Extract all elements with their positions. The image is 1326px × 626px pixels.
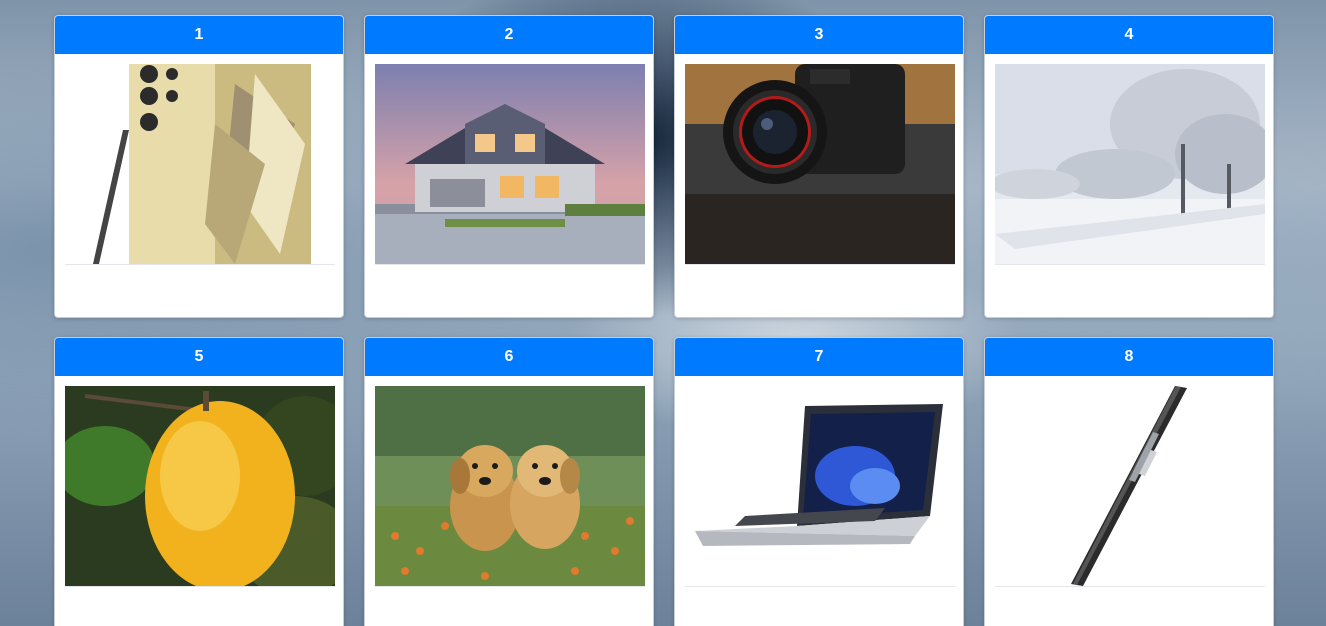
product-card-3[interactable]: 3	[674, 15, 964, 318]
camera-image[interactable]	[685, 64, 955, 265]
card-header: 6	[365, 338, 653, 376]
card-header: 4	[985, 16, 1273, 54]
card-header: 1	[55, 16, 343, 54]
pen-image[interactable]	[995, 386, 1265, 587]
card-header: 8	[985, 338, 1273, 376]
phone-image[interactable]	[65, 64, 335, 265]
card-header: 7	[675, 338, 963, 376]
product-card-8[interactable]: 8	[984, 337, 1274, 626]
puppies-image[interactable]	[375, 386, 645, 587]
winter-trees-image[interactable]	[995, 64, 1265, 265]
product-card-1[interactable]: 1	[54, 15, 344, 318]
card-header: 5	[55, 338, 343, 376]
product-card-6[interactable]: 6	[364, 337, 654, 626]
product-card-4[interactable]: 4	[984, 15, 1274, 318]
product-card-2[interactable]: 2	[364, 15, 654, 318]
product-card-5[interactable]: 5	[54, 337, 344, 626]
laptop-image[interactable]	[685, 386, 955, 587]
house-image[interactable]	[375, 64, 645, 265]
card-header: 3	[675, 16, 963, 54]
product-card-7[interactable]: 7	[674, 337, 964, 626]
mango-image[interactable]	[65, 386, 335, 587]
card-header: 2	[365, 16, 653, 54]
